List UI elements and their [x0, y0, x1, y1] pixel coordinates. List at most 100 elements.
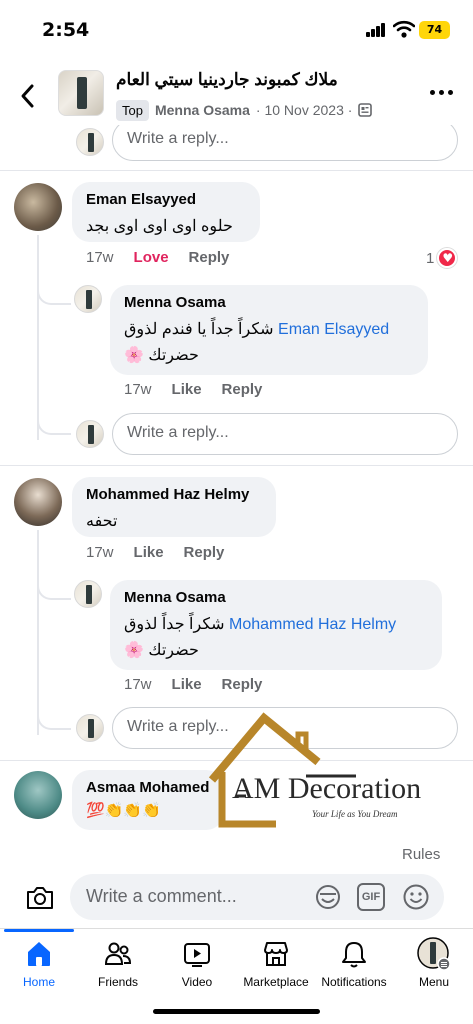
- post-author[interactable]: Menna Osama: [155, 102, 250, 118]
- thread-elbow: [37, 690, 71, 730]
- group-privacy-icon: [358, 103, 373, 117]
- thread-elbow: [37, 395, 71, 435]
- comment-bubble[interactable]: Asmaa Mohamed 💯👏👏👏: [72, 770, 224, 830]
- comment-actions: 17w Like Reply: [86, 544, 224, 561]
- reply-text-body: شكراً جداً لذوق: [124, 616, 225, 633]
- comment-bubble[interactable]: Eman Elsayyed حلوه اوى اوى اوى بجد: [72, 182, 260, 242]
- avatar-menna[interactable]: [74, 285, 102, 313]
- back-button[interactable]: [16, 82, 40, 110]
- avatar: [76, 420, 104, 448]
- reply-time[interactable]: 17w: [124, 381, 152, 398]
- reply-actions: 17w Like Reply: [124, 381, 262, 398]
- reply-text-line2: حضرتك 🌸: [124, 347, 199, 364]
- more-options-icon[interactable]: [430, 90, 453, 95]
- battery-indicator: 74: [419, 21, 450, 39]
- reaction-count[interactable]: 1: [426, 248, 458, 268]
- status-bar: 2:54 74: [0, 0, 473, 60]
- replier-name[interactable]: Menna Osama: [124, 589, 428, 606]
- love-reaction-button[interactable]: Love: [134, 249, 169, 266]
- home-icon: [28, 942, 50, 966]
- tab-label: Video: [181, 975, 213, 989]
- reply-bubble[interactable]: Menna Osama Mohammed Haz Helmy شكراً جدا…: [110, 580, 442, 670]
- tab-label: Menu: [418, 975, 450, 989]
- top-badge: Top: [116, 99, 149, 121]
- like-button[interactable]: Like: [134, 544, 164, 561]
- reply-input[interactable]: Write a reply...: [112, 125, 458, 161]
- commenter-name[interactable]: Mohammed Haz Helmy: [86, 486, 262, 503]
- active-tab-indicator: [4, 929, 74, 932]
- heart-reaction-icon: [437, 248, 458, 268]
- avatar: [76, 128, 104, 156]
- friends-icon: [104, 942, 132, 965]
- comment-time[interactable]: 17w: [86, 249, 114, 266]
- comment-time[interactable]: 17w: [86, 544, 114, 561]
- tab-notifications[interactable]: Notifications: [309, 939, 399, 989]
- avatar-asmaa[interactable]: [14, 771, 62, 819]
- tab-menu[interactable]: Menu: [389, 937, 473, 989]
- comment-text: 💯👏👏👏: [86, 802, 161, 819]
- rules-link[interactable]: Rules: [402, 846, 440, 863]
- reply-button[interactable]: Reply: [222, 676, 263, 693]
- reaction-count-value: 1: [426, 249, 435, 267]
- reply-button[interactable]: Reply: [184, 544, 225, 561]
- reply-time[interactable]: 17w: [124, 676, 152, 693]
- tab-label: Home: [22, 975, 55, 989]
- tab-home[interactable]: Home: [0, 939, 84, 989]
- comment-text: حلوه اوى اوى اوى بجد: [86, 218, 233, 235]
- avatar-sticker-icon[interactable]: [314, 883, 342, 911]
- tab-video[interactable]: Video: [152, 939, 242, 989]
- post-header: ملاك كمبوند جاردينيا سيتي العام Top Menn…: [0, 60, 473, 132]
- mention-link[interactable]: Eman Elsayyed: [278, 321, 389, 338]
- group-thumbnail[interactable]: [58, 70, 104, 116]
- comments-list[interactable]: Write a reply... Eman Elsayyed حلوه اوى …: [0, 125, 473, 837]
- thread-elbow: [37, 570, 71, 600]
- tab-label: Notifications: [321, 975, 387, 989]
- reply-input[interactable]: Write a reply...: [112, 413, 458, 455]
- status-time: 2:54: [42, 19, 90, 41]
- tab-friends[interactable]: Friends: [73, 939, 163, 989]
- reply-text: Eman Elsayyed شكراً جداً يا فندم لذوق: [124, 317, 414, 343]
- avatar: [76, 714, 104, 742]
- tab-label: Marketplace: [243, 975, 309, 989]
- comment-bubble[interactable]: Mohammed Haz Helmy تحفه: [72, 477, 276, 537]
- tab-label: Friends: [97, 975, 138, 989]
- gif-button[interactable]: GIF: [357, 883, 385, 911]
- mention-link[interactable]: Mohammed Haz Helmy: [229, 616, 396, 633]
- commenter-name[interactable]: Asmaa Mohamed: [86, 779, 210, 796]
- reply-text: Mohammed Haz Helmy شكراً جداً لذوق: [124, 612, 428, 638]
- camera-icon[interactable]: [24, 882, 56, 914]
- like-button[interactable]: Like: [172, 381, 202, 398]
- reply-text-line2: حضرتك 🌸: [124, 642, 199, 659]
- divider: [0, 760, 473, 761]
- like-button[interactable]: Like: [172, 676, 202, 693]
- marketplace-icon: [264, 942, 288, 966]
- post-date: · 10 Nov 2023 ·: [255, 102, 353, 118]
- avatar-eman[interactable]: [14, 183, 62, 231]
- replier-name[interactable]: Menna Osama: [124, 294, 414, 311]
- reply-button[interactable]: Reply: [222, 381, 263, 398]
- post-meta: Top Menna Osama · 10 Nov 2023 ·: [116, 98, 373, 122]
- thread-elbow: [37, 275, 71, 305]
- divider: [0, 170, 473, 171]
- tab-marketplace[interactable]: Marketplace: [231, 939, 321, 989]
- avatar-menna[interactable]: [74, 580, 102, 608]
- comment-actions: 17w Love Reply: [86, 249, 229, 266]
- comment-composer: Write a comment... GIF: [0, 872, 473, 928]
- bell-icon: [342, 942, 366, 968]
- comment-input[interactable]: Write a comment...: [70, 874, 444, 920]
- commenter-name[interactable]: Eman Elsayyed: [86, 191, 246, 208]
- comment-text: تحفه: [86, 513, 118, 530]
- video-icon: [184, 943, 210, 967]
- reply-input[interactable]: Write a reply...: [112, 707, 458, 749]
- group-title[interactable]: ملاك كمبوند جاردينيا سيتي العام: [116, 70, 406, 90]
- home-indicator: [153, 1009, 320, 1014]
- reply-actions: 17w Like Reply: [124, 676, 262, 693]
- avatar-mohammed[interactable]: [14, 478, 62, 526]
- reply-button[interactable]: Reply: [189, 249, 230, 266]
- wifi-icon: [393, 20, 415, 38]
- divider: [0, 465, 473, 466]
- reply-bubble[interactable]: Menna Osama Eman Elsayyed شكراً جداً يا …: [110, 285, 428, 375]
- menu-avatar-icon: [417, 937, 451, 971]
- emoji-icon[interactable]: [402, 883, 430, 911]
- cellular-signal-icon: [366, 23, 386, 37]
